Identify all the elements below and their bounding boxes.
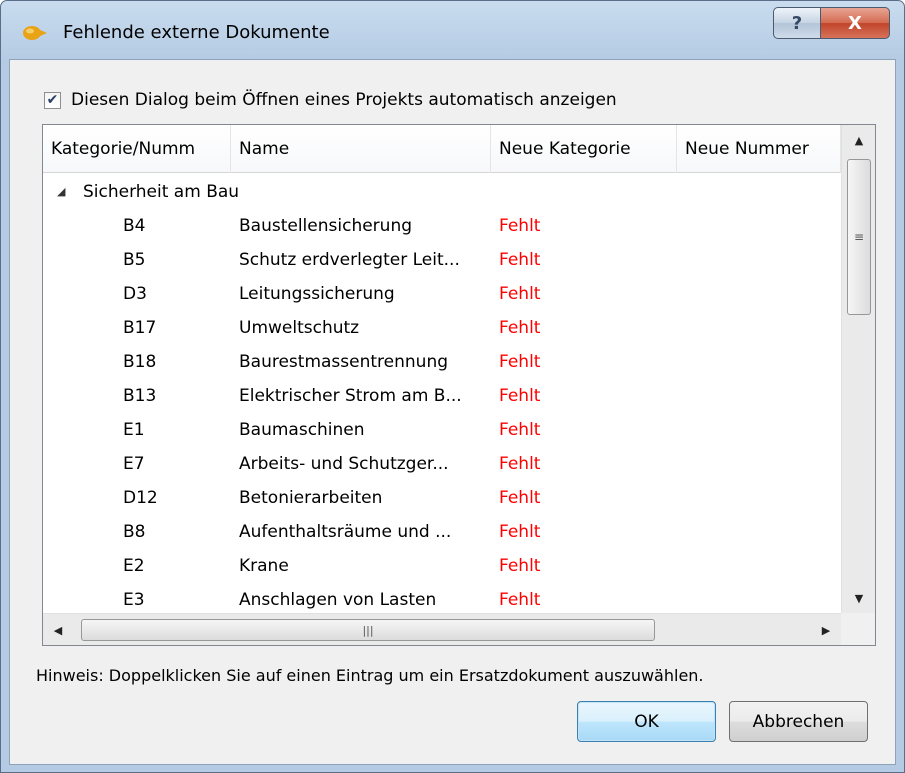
dialog-window: Fehlende externe Dokumente ? X ✔ Diesen … [0,0,905,773]
document-name: Anschlagen von Lasten [239,590,437,610]
document-number: B8 [123,522,146,542]
checkmark-icon: ✔ [46,92,59,108]
auto-show-label[interactable]: Diesen Dialog beim Öffnen eines Projekts… [71,90,617,110]
hint-text: Hinweis: Doppelklicken Sie auf einen Ein… [36,666,704,685]
table-row[interactable]: B18 Baurestmassentrennung Fehlt [43,345,841,379]
status-missing: Fehlt [499,216,541,236]
dialog-content: ✔ Diesen Dialog beim Öffnen eines Projek… [9,59,896,765]
missing-documents-tree[interactable]: Kategorie/Numm Name Neue Kategorie Neue … [42,124,876,646]
table-row[interactable]: B13 Elektrischer Strom am B... Fehlt [43,379,841,413]
document-number: B4 [123,216,146,236]
arrow-down-icon[interactable]: ▼ [842,583,875,613]
arrow-up-icon[interactable]: ▲ [842,125,875,155]
document-name: Umweltschutz [239,318,360,338]
document-number: D12 [123,488,158,508]
tree-rows: ◢ Sicherheit am Bau B4 Baustellensicherun… [43,173,841,613]
status-missing: Fehlt [499,250,541,270]
status-missing: Fehlt [499,420,541,440]
category-label: Sicherheit am Bau [83,182,240,202]
status-missing: Fehlt [499,284,541,304]
scrollbar-corner [841,613,875,645]
document-name: Aufenthaltsräume und ... [239,522,452,542]
document-name: Schutz erdverlegter Leit... [239,250,460,270]
status-missing: Fehlt [499,590,541,610]
table-row[interactable]: E1 Baumaschinen Fehlt [43,413,841,447]
vertical-scrollbar[interactable]: ▲ ≡ ▼ [841,125,875,613]
table-row[interactable]: E7 Arbeits- und Schutzger... Fehlt [43,447,841,481]
document-name: Leitungssicherung [239,284,395,304]
title-bar[interactable]: Fehlende externe Dokumente ? X [1,1,904,59]
table-row[interactable]: E2 Krane Fehlt [43,549,841,583]
table-row[interactable]: D12 Betonierarbeiten Fehlt [43,481,841,515]
status-missing: Fehlt [499,488,541,508]
document-name: Arbeits- und Schutzger... [239,454,449,474]
horizontal-scroll-thumb[interactable]: ||| [81,619,655,641]
window-title: Fehlende externe Dokumente [63,22,330,43]
status-missing: Fehlt [499,352,541,372]
column-header-new-category[interactable]: Neue Kategorie [491,125,677,173]
table-row[interactable]: E3 Anschlagen von Lasten Fehlt [43,583,841,613]
cancel-button[interactable]: Abbrechen [729,701,868,742]
auto-show-checkbox[interactable]: ✔ [44,91,61,109]
help-button[interactable]: ? [773,7,821,39]
document-name: Baustellensicherung [239,216,413,236]
document-name: Elektrischer Strom am B... [239,386,462,406]
document-number: B17 [123,318,157,338]
document-number: B5 [123,250,146,270]
status-missing: Fehlt [499,386,541,406]
help-icon: ? [791,12,803,34]
status-missing: Fehlt [499,318,541,338]
status-missing: Fehlt [499,454,541,474]
auto-show-option[interactable]: ✔ Diesen Dialog beim Öffnen eines Projek… [44,90,617,110]
vertical-scroll-thumb[interactable]: ≡ [847,159,871,315]
arrow-right-icon[interactable]: ▶ [811,614,841,645]
arrow-left-icon[interactable]: ◀ [43,614,73,645]
horizontal-scrollbar[interactable]: ◀ ||| ▶ [43,613,841,645]
document-name: Krane [239,556,289,576]
category-row[interactable]: ◢ Sicherheit am Bau [43,175,841,209]
table-row[interactable]: B4 Baustellensicherung Fehlt [43,209,841,243]
document-number: B18 [123,352,157,372]
document-number: E1 [123,420,145,440]
document-number: B13 [123,386,157,406]
document-number: E3 [123,590,145,610]
table-row[interactable]: B17 Umweltschutz Fehlt [43,311,841,345]
document-name: Baurestmassentrennung [239,352,449,372]
tree-header: Kategorie/Numm Name Neue Kategorie Neue … [43,125,841,173]
status-missing: Fehlt [499,522,541,542]
close-icon: X [848,12,862,34]
table-row[interactable]: B8 Aufenthaltsräume und ... Fehlt [43,515,841,549]
document-number: D3 [123,284,147,304]
document-number: E2 [123,556,145,576]
column-header-name[interactable]: Name [231,125,491,173]
app-icon [23,26,47,40]
status-missing: Fehlt [499,556,541,576]
column-header-category-number[interactable]: Kategorie/Numm [43,125,231,173]
table-row[interactable]: D3 Leitungssicherung Fehlt [43,277,841,311]
close-button[interactable]: X [820,7,890,39]
document-name: Betonierarbeiten [239,488,383,508]
ok-button[interactable]: OK [577,701,716,742]
document-name: Baumaschinen [239,420,365,440]
document-number: E7 [123,454,145,474]
column-header-new-number[interactable]: Neue Nummer [677,125,841,173]
triangle-down-icon[interactable]: ◢ [57,175,65,209]
table-row[interactable]: B5 Schutz erdverlegter Leit... Fehlt [43,243,841,277]
